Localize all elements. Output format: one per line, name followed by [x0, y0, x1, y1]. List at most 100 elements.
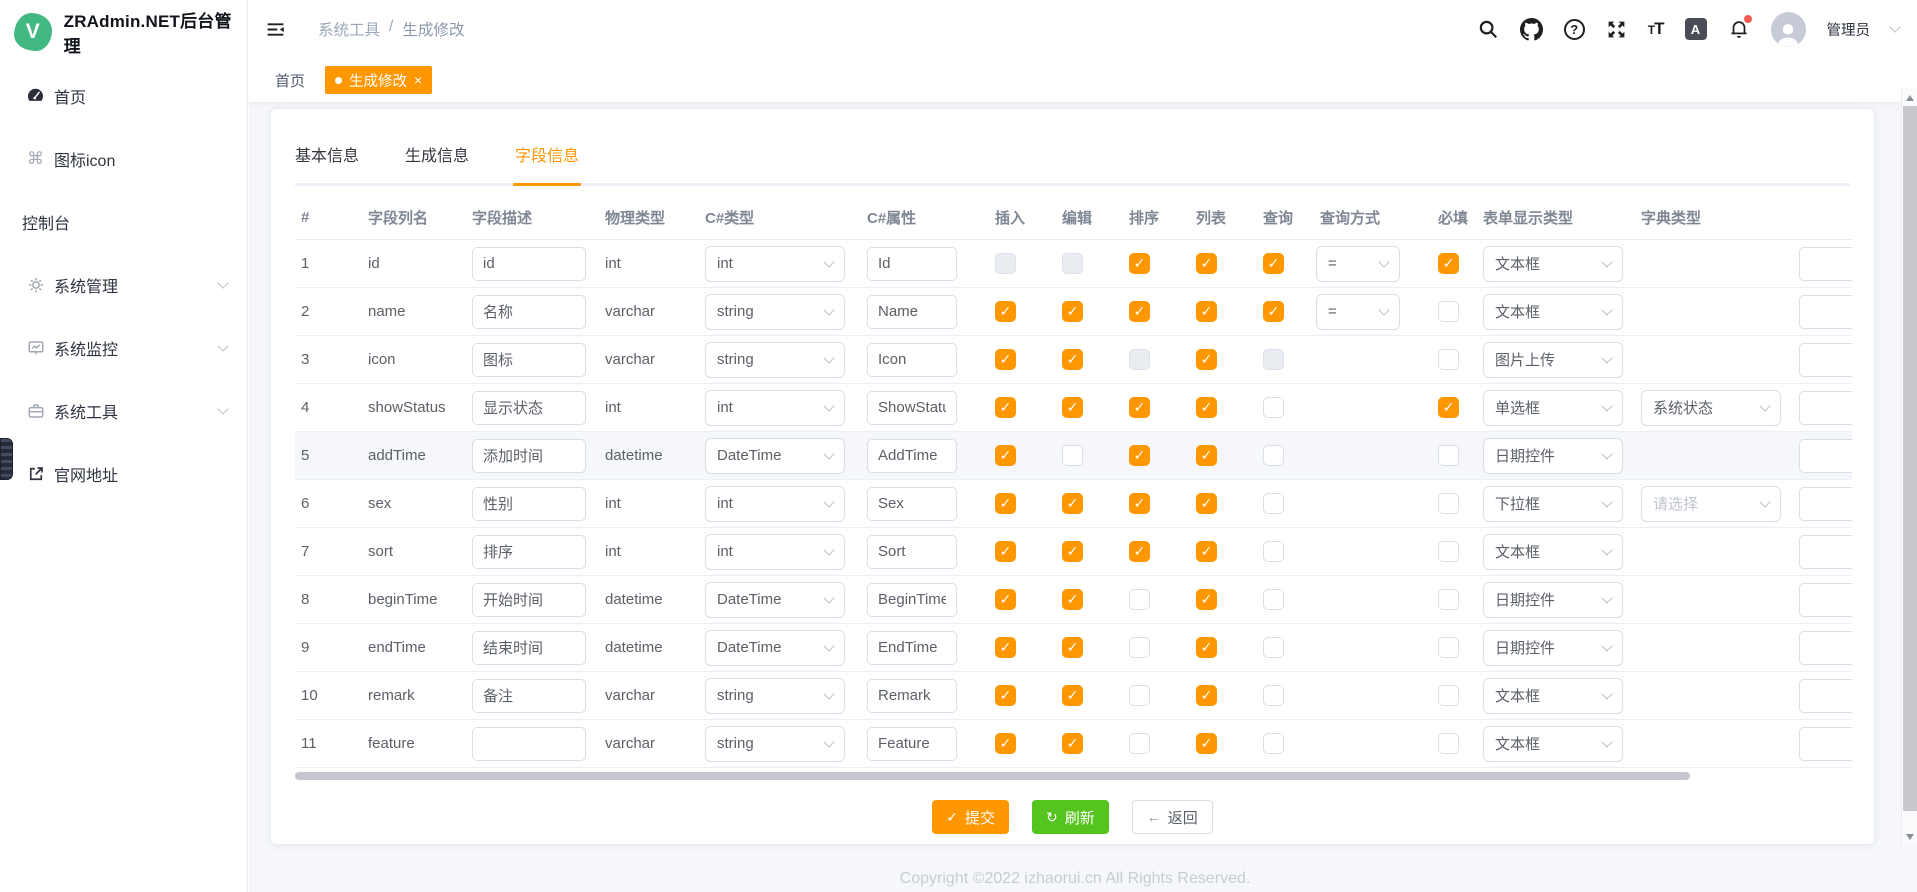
- cs-type-select[interactable]: int: [705, 390, 845, 426]
- field-desc-input[interactable]: [472, 343, 586, 377]
- list-checkbox[interactable]: [1196, 253, 1217, 274]
- insert-checkbox[interactable]: [995, 253, 1016, 274]
- cs-type-select[interactable]: DateTime: [705, 582, 845, 618]
- cs-prop-input[interactable]: [867, 487, 957, 521]
- edit-checkbox[interactable]: [1062, 445, 1083, 466]
- sort-checkbox[interactable]: [1129, 397, 1150, 418]
- edit-checkbox[interactable]: [1062, 301, 1083, 322]
- clipped-input[interactable]: [1799, 391, 1852, 425]
- sort-checkbox[interactable]: [1129, 445, 1150, 466]
- clipped-input[interactable]: [1799, 631, 1852, 665]
- required-checkbox[interactable]: [1438, 493, 1459, 514]
- query-checkbox[interactable]: [1263, 301, 1284, 322]
- sidebar-item-home[interactable]: 首页: [0, 64, 247, 127]
- tab-generate-info[interactable]: 生成信息: [405, 133, 469, 183]
- tab-basic-info[interactable]: 基本信息: [295, 133, 359, 183]
- cs-prop-input[interactable]: [867, 631, 957, 665]
- required-checkbox[interactable]: [1438, 733, 1459, 754]
- cs-type-select[interactable]: DateTime: [705, 438, 845, 474]
- field-desc-input[interactable]: [472, 295, 586, 329]
- query-checkbox[interactable]: [1263, 397, 1284, 418]
- chevron-down-icon[interactable]: [1889, 21, 1900, 32]
- translate-icon[interactable]: A: [1685, 18, 1707, 40]
- insert-checkbox[interactable]: [995, 589, 1016, 610]
- query-checkbox[interactable]: [1263, 733, 1284, 754]
- close-icon[interactable]: ×: [414, 73, 422, 87]
- display-type-select[interactable]: 图片上传: [1483, 342, 1623, 378]
- insert-checkbox[interactable]: [995, 637, 1016, 658]
- insert-checkbox[interactable]: [995, 397, 1016, 418]
- query-checkbox[interactable]: [1263, 445, 1284, 466]
- edit-checkbox[interactable]: [1062, 589, 1083, 610]
- dict-type-select[interactable]: 请选择: [1641, 486, 1781, 522]
- sidebar-item-system-tools[interactable]: 系统工具: [0, 379, 247, 442]
- cs-prop-input[interactable]: [867, 439, 957, 473]
- sort-checkbox[interactable]: [1129, 685, 1150, 706]
- cs-type-select[interactable]: string: [705, 342, 845, 378]
- display-type-select[interactable]: 文本框: [1483, 726, 1623, 762]
- query-checkbox[interactable]: [1263, 541, 1284, 562]
- list-checkbox[interactable]: [1196, 541, 1217, 562]
- cs-prop-input[interactable]: [867, 295, 957, 329]
- edit-checkbox[interactable]: [1062, 493, 1083, 514]
- display-type-select[interactable]: 文本框: [1483, 294, 1623, 330]
- insert-checkbox[interactable]: [995, 349, 1016, 370]
- field-desc-input[interactable]: [472, 535, 586, 569]
- scroll-down-arrow-icon[interactable]: [1902, 829, 1917, 844]
- display-type-select[interactable]: 文本框: [1483, 534, 1623, 570]
- cs-type-select[interactable]: string: [705, 678, 845, 714]
- list-checkbox[interactable]: [1196, 589, 1217, 610]
- cs-prop-input[interactable]: [867, 343, 957, 377]
- cs-prop-input[interactable]: [867, 391, 957, 425]
- sidebar-item-icons[interactable]: ⌘ 图标icon: [0, 127, 247, 190]
- sort-checkbox[interactable]: [1129, 733, 1150, 754]
- field-desc-input[interactable]: [472, 439, 586, 473]
- sort-checkbox[interactable]: [1129, 541, 1150, 562]
- tab-home[interactable]: 首页: [275, 70, 305, 91]
- edit-checkbox[interactable]: [1062, 397, 1083, 418]
- field-desc-input[interactable]: [472, 631, 586, 665]
- clipped-input[interactable]: [1799, 247, 1852, 281]
- display-type-select[interactable]: 文本框: [1483, 246, 1623, 282]
- edit-checkbox[interactable]: [1062, 253, 1083, 274]
- display-type-select[interactable]: 文本框: [1483, 678, 1623, 714]
- search-icon[interactable]: [1477, 18, 1499, 40]
- required-checkbox[interactable]: [1438, 397, 1459, 418]
- list-checkbox[interactable]: [1196, 493, 1217, 514]
- sidebar-item-system-manage[interactable]: 系统管理: [0, 253, 247, 316]
- display-type-select[interactable]: 日期控件: [1483, 438, 1623, 474]
- query-checkbox[interactable]: [1263, 685, 1284, 706]
- edit-checkbox[interactable]: [1062, 685, 1083, 706]
- insert-checkbox[interactable]: [995, 445, 1016, 466]
- edit-checkbox[interactable]: [1062, 349, 1083, 370]
- field-desc-input[interactable]: [472, 583, 586, 617]
- display-type-select[interactable]: 日期控件: [1483, 630, 1623, 666]
- query-checkbox[interactable]: [1263, 589, 1284, 610]
- sidebar-item-system-monitor[interactable]: 系统监控: [0, 316, 247, 379]
- edit-checkbox[interactable]: [1062, 541, 1083, 562]
- vertical-scrollbar[interactable]: [1901, 88, 1917, 846]
- github-icon[interactable]: [1520, 18, 1543, 41]
- list-checkbox[interactable]: [1196, 685, 1217, 706]
- clipped-input[interactable]: [1799, 439, 1852, 473]
- clipped-input[interactable]: [1799, 679, 1852, 713]
- help-icon[interactable]: ?: [1564, 19, 1585, 40]
- clipped-input[interactable]: [1799, 727, 1852, 761]
- edit-checkbox[interactable]: [1062, 733, 1083, 754]
- required-checkbox[interactable]: [1438, 301, 1459, 322]
- breadcrumb-parent[interactable]: 系统工具: [318, 18, 380, 40]
- field-desc-input[interactable]: [472, 727, 586, 761]
- scrollbar-thumb[interactable]: [1903, 106, 1917, 811]
- cs-prop-input[interactable]: [867, 535, 957, 569]
- clipped-input[interactable]: [1799, 487, 1852, 521]
- font-size-icon[interactable]: TT: [1648, 19, 1664, 39]
- sidebar-item-website[interactable]: 官网地址: [0, 442, 247, 505]
- tab-generate-edit[interactable]: 生成修改 ×: [325, 66, 432, 94]
- field-desc-input[interactable]: [472, 679, 586, 713]
- cs-type-select[interactable]: int: [705, 534, 845, 570]
- field-desc-input[interactable]: [472, 487, 586, 521]
- clipped-input[interactable]: [1799, 295, 1852, 329]
- submit-button[interactable]: ✓ 提交: [932, 800, 1009, 834]
- cs-type-select[interactable]: string: [705, 294, 845, 330]
- field-desc-input[interactable]: [472, 247, 586, 281]
